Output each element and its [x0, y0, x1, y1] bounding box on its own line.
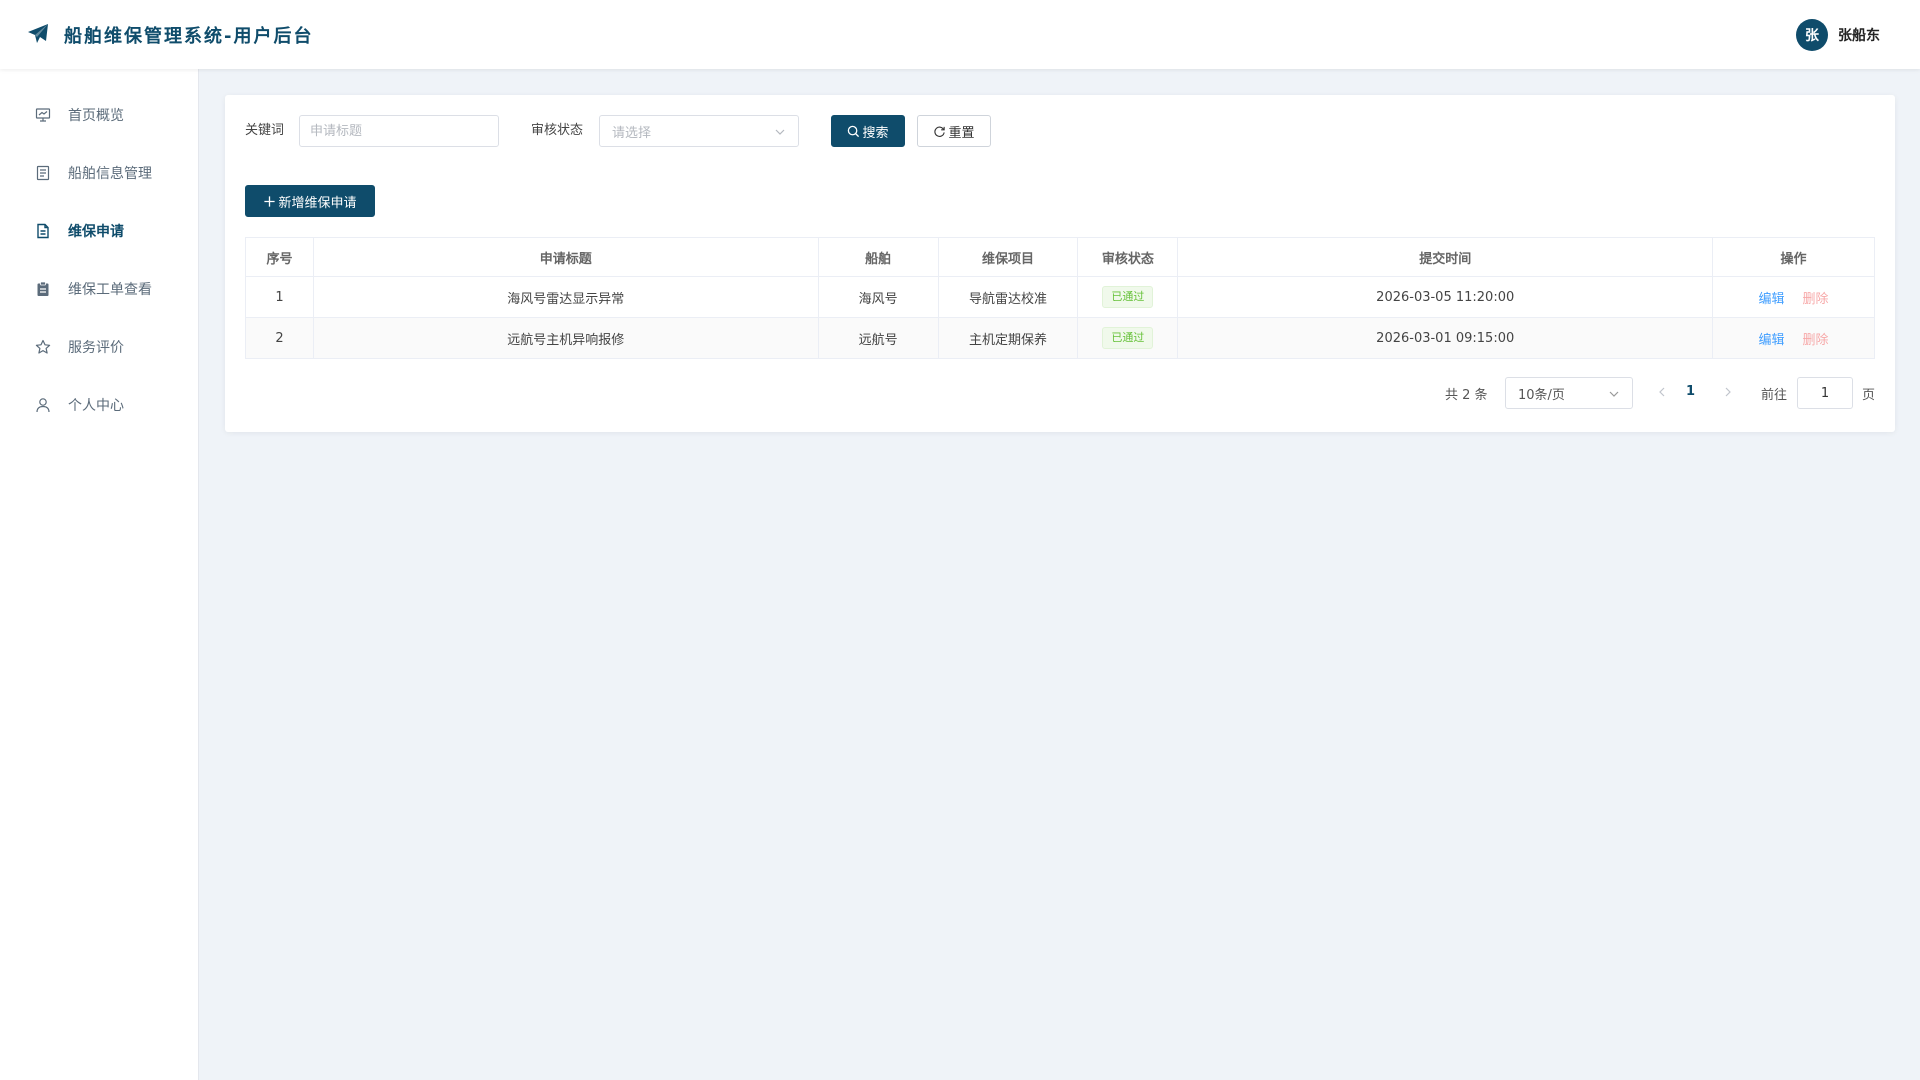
avatar[interactable]: 张	[1796, 19, 1828, 51]
table-header-row: 序号 申请标题 船舶 维保项目 审核状态 提交时间 操作	[245, 237, 1875, 277]
app-title: 船舶维保管理系统-用户后台	[64, 26, 314, 47]
cell-ship: 海风号	[818, 276, 939, 318]
chevron-down-icon	[775, 129, 785, 135]
presentation-board-icon	[35, 108, 51, 122]
maintenance-request-panel: 关键词 审核状态 请选择 搜索 重置 新增维保申请 序号 申	[225, 95, 1895, 432]
user-menu[interactable]: 张 张船东	[1796, 19, 1880, 51]
sidebar-item-label: 首页概览	[68, 108, 124, 124]
refresh-icon	[934, 126, 946, 137]
column-header-time: 提交时间	[1177, 237, 1714, 277]
search-button[interactable]: 搜索	[831, 115, 905, 147]
reset-button[interactable]: 重置	[917, 115, 991, 147]
sidebar-item-work-orders[interactable]: 维保工单查看	[0, 267, 199, 311]
cell-project: 导航雷达校准	[938, 276, 1079, 318]
column-header-project: 维保项目	[938, 237, 1079, 277]
sidebar-item-profile[interactable]: 个人中心	[0, 383, 199, 427]
delete-link[interactable]: 删除	[1803, 292, 1829, 307]
table-row: 2 远航号主机异响报修 远航号 主机定期保养 已通过 2026-03-01 09…	[245, 317, 1875, 359]
search-button-label: 搜索	[862, 125, 889, 141]
sidebar-item-label: 个人中心	[68, 398, 124, 414]
sidebar-item-label: 船舶信息管理	[68, 166, 152, 182]
edit-link[interactable]: 编辑	[1759, 333, 1785, 348]
column-header-index: 序号	[245, 237, 314, 277]
goto-page-input[interactable]	[1797, 377, 1853, 409]
sidebar-item-ship-info[interactable]: 船舶信息管理	[0, 151, 199, 195]
page-size-select[interactable]: 10条/页	[1505, 377, 1633, 409]
chevron-down-icon	[1609, 391, 1619, 397]
keyword-input[interactable]	[299, 115, 499, 147]
user-icon	[36, 398, 50, 413]
column-header-actions: 操作	[1712, 237, 1875, 277]
page-suffix-label: 页	[1862, 388, 1876, 403]
add-button-label: 新增维保申请	[278, 195, 357, 211]
cell-status: 已通过	[1077, 276, 1179, 318]
status-select[interactable]: 请选择	[599, 115, 799, 147]
paper-plane-icon	[28, 24, 48, 43]
edit-link[interactable]: 编辑	[1759, 292, 1785, 307]
status-label: 审核状态	[531, 123, 584, 138]
document-lines-icon	[37, 223, 49, 239]
document-icon	[36, 165, 50, 181]
reset-button-label: 重置	[948, 125, 975, 141]
column-header-ship: 船舶	[818, 237, 939, 277]
cell-time: 2026-03-01 09:15:00	[1177, 317, 1714, 359]
star-icon	[35, 339, 51, 354]
prev-page-icon[interactable]	[1655, 385, 1669, 399]
sidebar-item-label: 维保申请	[68, 224, 124, 240]
cell-index: 2	[245, 317, 314, 359]
cell-status: 已通过	[1077, 317, 1179, 359]
delete-link[interactable]: 删除	[1803, 333, 1829, 348]
add-maintenance-request-button[interactable]: 新增维保申请	[245, 185, 375, 217]
sidebar-item-service-review[interactable]: 服务评价	[0, 325, 199, 369]
page-number-current[interactable]: 1	[1686, 384, 1695, 399]
keyword-label: 关键词	[245, 123, 285, 138]
column-header-status: 审核状态	[1077, 237, 1179, 277]
next-page-icon[interactable]	[1721, 385, 1735, 399]
user-name[interactable]: 张船东	[1838, 25, 1880, 45]
sidebar: 首页概览 船舶信息管理 维保申请 维保工单查看 服务评价 个人中心	[0, 69, 199, 1080]
search-icon	[848, 125, 860, 137]
top-header: 船舶维保管理系统-用户后台 张 张船东	[0, 0, 1920, 69]
cell-project: 主机定期保养	[938, 317, 1079, 359]
sidebar-item-maintenance-request[interactable]: 维保申请	[0, 209, 199, 253]
goto-label: 前往	[1761, 388, 1788, 403]
table-row: 1 海风号雷达显示异常 海风号 导航雷达校准 已通过 2026-03-05 11…	[245, 276, 1875, 318]
cell-actions: 编辑 删除	[1712, 276, 1875, 318]
maintenance-request-table: 序号 申请标题 船舶 维保项目 审核状态 提交时间 操作 1 海风号雷达显示异常…	[245, 237, 1875, 359]
column-header-title: 申请标题	[313, 237, 819, 277]
status-badge: 已通过	[1102, 327, 1154, 349]
page-size-value: 10条/页	[1518, 387, 1565, 403]
cell-title: 远航号主机异响报修	[313, 317, 819, 359]
plus-icon	[264, 195, 276, 207]
cell-index: 1	[245, 276, 314, 318]
status-select-placeholder: 请选择	[612, 125, 652, 141]
sidebar-item-label: 服务评价	[68, 340, 124, 356]
sidebar-item-dashboard[interactable]: 首页概览	[0, 93, 199, 137]
cell-actions: 编辑 删除	[1712, 317, 1875, 359]
cell-ship: 远航号	[818, 317, 939, 359]
sidebar-item-label: 维保工单查看	[68, 282, 152, 298]
pagination-total: 共 2 条	[1445, 388, 1488, 403]
clipboard-icon	[37, 281, 49, 296]
cell-title: 海风号雷达显示异常	[313, 276, 819, 318]
cell-time: 2026-03-05 11:20:00	[1177, 276, 1714, 318]
status-badge: 已通过	[1102, 286, 1154, 308]
